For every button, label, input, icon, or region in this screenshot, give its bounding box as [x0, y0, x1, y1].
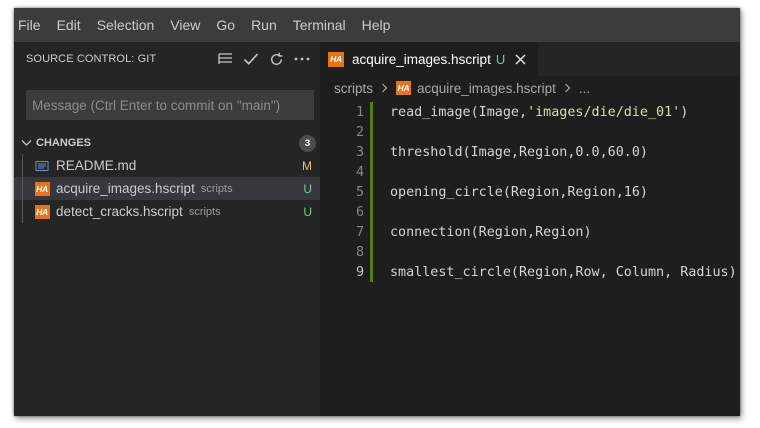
changes-label: CHANGES: [36, 137, 92, 149]
git-added-gutter: [370, 222, 373, 242]
git-added-gutter: [370, 202, 373, 222]
line-number: 4: [355, 164, 364, 180]
refresh-icon[interactable]: [269, 52, 284, 67]
menu-terminal[interactable]: Terminal: [285, 8, 354, 42]
changes-section-header[interactable]: CHANGES 3: [14, 132, 320, 154]
code-line: 4: [320, 162, 740, 182]
line-number: 2: [355, 124, 364, 140]
menu-edit[interactable]: Edit: [49, 8, 89, 42]
file-description: scripts: [188, 205, 221, 218]
file-name: detect_cracks.hscript: [56, 204, 183, 219]
file-name: README.md: [56, 158, 137, 173]
chevron-down-icon: [18, 139, 34, 147]
sidebar-header: SOURCE CONTROL: GIT: [14, 42, 320, 76]
git-added-gutter: [370, 262, 373, 282]
editor-area: HA acquire_images.hscript U scripts HA a…: [320, 42, 740, 416]
code-line: 2: [320, 122, 740, 142]
ha-icon: HA: [328, 51, 344, 67]
line-number: 9: [355, 264, 364, 280]
line-number: 7: [355, 224, 364, 240]
menu-bar: File Edit Selection View Go Run Terminal…: [14, 8, 740, 42]
commit-message-input[interactable]: [26, 97, 314, 113]
code-string: 'images/die/die_01': [527, 104, 681, 120]
ha-icon: HA: [34, 181, 50, 196]
markdown-icon: [34, 158, 50, 174]
file-status-untracked: U: [303, 181, 312, 196]
git-added-gutter: [370, 142, 373, 162]
code-text: connection(Region,Region): [390, 224, 592, 240]
line-number: 5: [355, 184, 364, 200]
menu-view[interactable]: View: [162, 8, 208, 42]
source-control-sidebar: SOURCE CONTROL: GIT Message (Ctrl Enter …: [14, 42, 320, 416]
line-number: 6: [355, 204, 364, 220]
sidebar-title: SOURCE CONTROL: GIT: [26, 53, 157, 65]
menu-selection[interactable]: Selection: [89, 8, 163, 42]
chevron-right-icon: [564, 83, 571, 93]
code-line: 6: [320, 202, 740, 222]
code-line: 9 smallest_circle(Region,Row, Column, Ra…: [320, 262, 740, 282]
menu-go[interactable]: Go: [208, 8, 243, 42]
breadcrumb-folder[interactable]: scripts: [334, 81, 373, 96]
code-text: smallest_circle(Region,Row, Column, Radi…: [390, 264, 737, 280]
changed-file-detect-cracks[interactable]: HA detect_cracks.hscript scripts U: [14, 200, 320, 223]
code-text: threshold(Image,Region,0.0,60.0): [390, 144, 648, 160]
git-added-gutter: [370, 122, 373, 142]
file-name: acquire_images.hscript: [56, 181, 195, 196]
code-line: 5 opening_circle(Region,Region,16): [320, 182, 740, 202]
changed-file-acquire-images[interactable]: HA acquire_images.hscript scripts U: [14, 177, 320, 200]
tab-status: U: [495, 51, 506, 67]
commit-message-box: [26, 90, 314, 120]
line-number: 1: [355, 104, 364, 120]
tab-bar: HA acquire_images.hscript U: [320, 42, 740, 76]
menu-run[interactable]: Run: [243, 8, 285, 42]
git-added-gutter: [370, 162, 373, 182]
breadcrumb-more[interactable]: ...: [579, 81, 590, 96]
git-added-gutter: [370, 242, 373, 262]
tree-indent-guide: [22, 177, 23, 200]
tree-indent-guide: [22, 154, 23, 177]
code-editor[interactable]: 1 read_image(Image,'images/die/die_01') …: [320, 102, 740, 282]
code-line: 8: [320, 242, 740, 262]
tab-label: acquire_images.hscript: [352, 51, 491, 67]
line-number: 3: [355, 144, 364, 160]
ha-icon: HA: [396, 81, 412, 95]
file-status-untracked: U: [303, 204, 312, 219]
vscode-window: File Edit Selection View Go Run Terminal…: [14, 8, 740, 416]
view-as-tree-icon[interactable]: [218, 52, 233, 66]
changed-file-readme[interactable]: README.md M: [14, 154, 320, 177]
sidebar-actions: [218, 52, 320, 67]
ha-icon: HA: [34, 204, 50, 219]
breadcrumb-file[interactable]: acquire_images.hscript: [417, 81, 556, 96]
code-line: 3 threshold(Image,Region,0.0,60.0): [320, 142, 740, 162]
menu-file[interactable]: File: [14, 8, 49, 42]
tab-acquire-images[interactable]: HA acquire_images.hscript U: [320, 42, 539, 76]
git-added-gutter: [370, 102, 373, 122]
menu-help[interactable]: Help: [354, 8, 399, 42]
git-added-gutter: [370, 182, 373, 202]
file-description: scripts: [200, 182, 233, 195]
changes-count-badge: 3: [299, 134, 316, 152]
close-icon[interactable]: [515, 53, 526, 65]
line-number: 8: [355, 244, 364, 260]
commit-check-icon[interactable]: [243, 52, 259, 66]
code-line: 7 connection(Region,Region): [320, 222, 740, 242]
code-text: read_image(Image,: [390, 104, 528, 120]
file-status-modified: M: [302, 158, 312, 173]
code-text: opening_circle(Region,Region,16): [390, 184, 648, 200]
code-line: 1 read_image(Image,'images/die/die_01'): [320, 102, 740, 122]
code-text: ): [680, 104, 689, 120]
chevron-right-icon: [381, 83, 388, 93]
more-actions-icon[interactable]: [294, 56, 310, 62]
tree-indent-guide: [22, 200, 23, 223]
breadcrumb: scripts HA acquire_images.hscript ...: [320, 76, 740, 100]
